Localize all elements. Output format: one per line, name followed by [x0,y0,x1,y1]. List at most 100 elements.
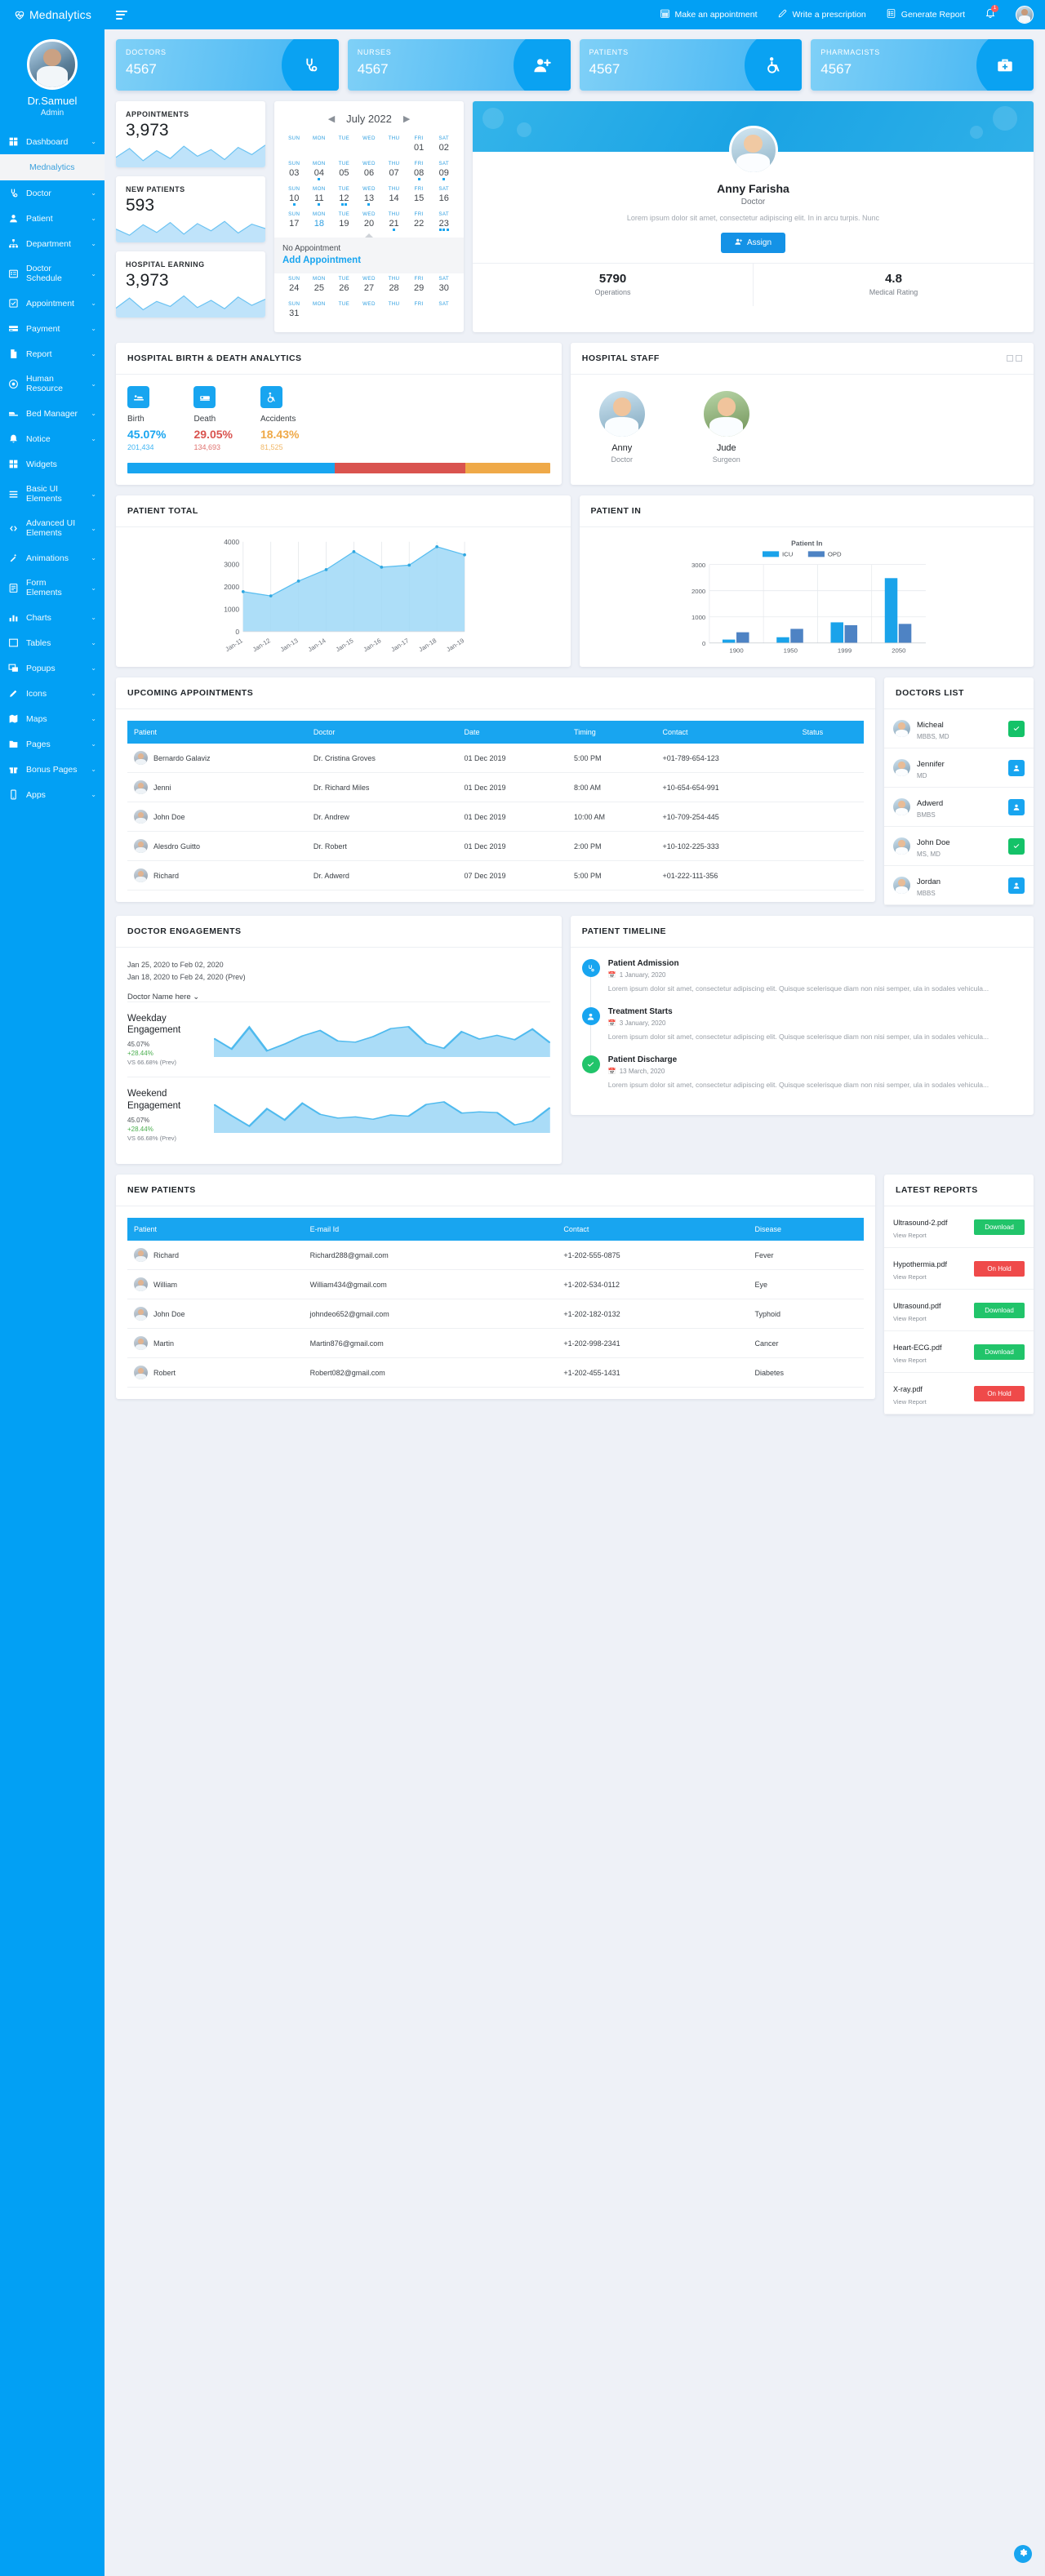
calendar-day[interactable]: 17 [282,218,307,234]
appointments-row: UPCOMING APPOINTMENTS Patient Doctor Date T… [116,677,1034,905]
brand-logo[interactable]: Mednalytics [0,0,104,29]
sidebar-item-icons[interactable]: Icons ⌄ [0,681,104,706]
sidebar-item-doctor[interactable]: Doctor ⌄ [0,180,104,206]
sidebar-item-report[interactable]: Report ⌄ [0,341,104,366]
chevron-down-icon: ⌄ [91,435,96,442]
calendar-day[interactable]: 14 [381,193,407,209]
stat-card-pharmacists[interactable]: PHARMACISTS 4567 [811,39,1034,91]
grid-view-icon[interactable] [1007,355,1013,362]
sidebar-item-patient[interactable]: Patient ⌄ [0,206,104,231]
sidebar-item-maps[interactable]: Maps ⌄ [0,706,104,731]
check-icon [581,1055,600,1074]
view-report-link[interactable]: View Report [893,1357,967,1364]
list-item: Jordan MBBS [884,866,1034,905]
calendar-day[interactable]: 25 [307,282,332,299]
calendar-day[interactable]: 31 [282,308,307,324]
sidebar-item-apps[interactable]: Apps ⌄ [0,782,104,807]
calendar-day[interactable]: 10 [282,193,307,209]
sidebar-item-label: Widgets [26,459,57,469]
sidebar-item-doctor-schedule[interactable]: Doctor Schedule ⌄ [0,256,104,291]
calendar-day[interactable]: 07 [381,167,407,184]
make-appointment-action[interactable]: Make an appointment [660,8,758,21]
calendar-day[interactable]: 30 [431,282,456,299]
calendar-day[interactable]: 15 [407,193,432,209]
assign-button[interactable]: Assign [720,232,785,253]
calendar-day[interactable]: 12 [331,193,357,209]
sidebar-item-advanced-ui-elements[interactable]: Advanced UI Elements ⌄ [0,511,104,545]
report-action-button[interactable]: Download [974,1302,1025,1318]
report-action-button[interactable]: On Hold [974,1385,1025,1401]
caret-left-icon[interactable]: ◀ [328,113,335,124]
staff-member[interactable]: Jude Surgeon [693,391,760,464]
avatar [893,759,910,776]
report-action-button[interactable]: Download [974,1219,1025,1235]
sidebar-item-human-resource[interactable]: Human Resource ⌄ [0,366,104,401]
add-appointment-link[interactable]: Add Appointment [282,255,456,265]
generate-report-action[interactable]: Generate Report [886,8,965,21]
calendar-dow: THU [388,186,400,192]
sidebar-item-dashboard[interactable]: Dashboard ⌄ [0,129,104,154]
user-icon[interactable] [1008,798,1025,815]
calendar-day[interactable]: 29 [407,282,432,299]
sidebar-item-basic-ui-elements[interactable]: Basic UI Elements ⌄ [0,477,104,511]
report-action-button[interactable]: On Hold [974,1260,1025,1277]
calendar-day[interactable]: 05 [331,167,357,184]
calendar-day[interactable]: 18 [307,218,332,234]
doctor-name-selector[interactable]: Doctor Name here ⌄ [127,993,550,1002]
user-icon[interactable] [1008,877,1025,894]
report-action-button[interactable]: Download [974,1344,1025,1360]
view-report-link[interactable]: View Report [893,1232,967,1239]
caret-right-icon[interactable]: ▶ [403,113,410,124]
calendar-day[interactable]: 16 [431,193,456,209]
list-view-icon[interactable] [1016,355,1022,362]
calendar-day[interactable]: 24 [282,282,307,299]
stat-card-doctors[interactable]: DOCTORS 4567 [116,39,339,91]
sidebar-item-form-elements[interactable]: Form Elements ⌄ [0,571,104,605]
calendar-day[interactable]: 13 [357,193,382,209]
calendar-day[interactable]: 22 [407,218,432,234]
sidebar-item-tables[interactable]: Tables ⌄ [0,630,104,655]
calendar-day[interactable]: 03 [282,167,307,184]
calendar-day[interactable]: 23 [431,218,456,234]
settings-fab[interactable] [1014,2545,1032,2563]
sidebar-subitem-mednalytics[interactable]: Mednalytics [0,154,104,180]
sidebar-item-notice[interactable]: Notice ⌄ [0,426,104,451]
calendar-day[interactable]: 27 [357,282,382,299]
sidebar-item-payment[interactable]: Payment ⌄ [0,316,104,341]
sidebar-item-charts[interactable]: Charts ⌄ [0,605,104,630]
calendar-day[interactable]: 08 [407,167,432,184]
sidebar-item-department[interactable]: Department ⌄ [0,231,104,256]
calendar-day[interactable]: 26 [331,282,357,299]
sidebar-item-appointment[interactable]: Appointment ⌄ [0,291,104,316]
calendar-day[interactable]: 02 [431,142,456,158]
user-avatar[interactable] [1016,6,1034,24]
calendar-day[interactable]: 09 [431,167,456,184]
sidebar-item-widgets[interactable]: Widgets [0,451,104,477]
calendar-day[interactable]: 04 [307,167,332,184]
user-icon[interactable] [1008,759,1025,776]
sidebar-item-animations[interactable]: Animations ⌄ [0,545,104,571]
calendar-day[interactable]: 20 [357,218,382,234]
sidebar-item-popups[interactable]: Popups ⌄ [0,655,104,681]
stat-card-patients[interactable]: PATIENTS 4567 [579,39,803,91]
calendar-day[interactable]: 06 [357,167,382,184]
stat-card-nurses[interactable]: NURSES 4567 [347,39,571,91]
sidebar-item-bonus-pages[interactable]: Bonus Pages ⌄ [0,757,104,782]
calendar-day[interactable]: 21 [381,218,407,234]
view-report-link[interactable]: View Report [893,1398,967,1406]
staff-member[interactable]: Anny Doctor [589,391,656,464]
sidebar-item-bed-manager[interactable]: Bed Manager ⌄ [0,401,104,426]
view-report-link[interactable]: View Report [893,1273,967,1281]
notifications-bell[interactable]: 1 [985,4,998,23]
check-icon[interactable] [1008,720,1025,737]
menu-toggle-icon[interactable] [116,10,127,20]
write-prescription-action[interactable]: Write a prescription [777,8,866,21]
calendar-day[interactable]: 11 [307,193,332,209]
calendar-day[interactable]: 01 [407,142,432,158]
calendar-day[interactable]: 19 [331,218,357,234]
calendar-day[interactable]: 28 [381,282,407,299]
mini-title: APPOINTMENTS [126,110,189,118]
check-icon[interactable] [1008,837,1025,855]
view-report-link[interactable]: View Report [893,1315,967,1322]
sidebar-item-pages[interactable]: Pages ⌄ [0,731,104,757]
